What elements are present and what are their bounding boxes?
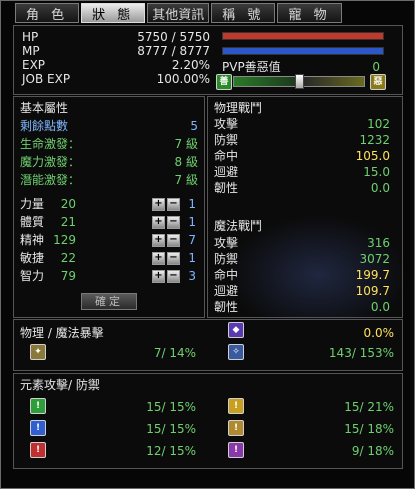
magic-label: 魔力激發：	[20, 155, 81, 169]
exp-label: EXP	[22, 58, 46, 72]
jobexp-value: 100.00%	[156, 72, 210, 86]
hp-value: 5750 / 5750	[137, 30, 210, 44]
stat-increase-button[interactable]: +	[152, 252, 165, 265]
stat-added: 1	[188, 251, 196, 265]
pvp-slider-knob[interactable]	[295, 74, 304, 89]
crit-left-values: 7/ 14%	[153, 346, 196, 360]
physical-attack-label: 攻擊	[214, 117, 239, 131]
element-right-1: 15/ 18%	[344, 422, 394, 436]
remaining-points-value: 5	[190, 119, 198, 133]
magic-hit-label: 命中	[214, 268, 239, 282]
stat-value: 20	[60, 197, 76, 211]
mp-value: 8777 / 8777	[137, 44, 210, 58]
tab-character[interactable]: 角 色	[15, 3, 80, 23]
stat-value: 79	[60, 269, 76, 283]
stat-decrease-button[interactable]: −	[167, 198, 180, 211]
element-right-0: 15/ 21%	[344, 400, 394, 414]
pvp-slider[interactable]	[233, 74, 365, 89]
jobexp-label: JOB EXP	[22, 72, 71, 86]
stat-decrease-button[interactable]: −	[167, 216, 180, 229]
magic-defense-value: 3072	[359, 252, 390, 266]
stat-decrease-button[interactable]: −	[167, 234, 180, 247]
life-value: 7 級	[174, 137, 198, 151]
stat-decrease-button[interactable]: −	[167, 270, 180, 283]
pvp-value: 0	[372, 60, 380, 74]
basic-title: 基本屬性	[20, 101, 69, 115]
earth-element-icon: !	[228, 420, 244, 436]
stat-value: 22	[60, 251, 76, 265]
stat-increase-button[interactable]: +	[152, 234, 165, 247]
stat-added: 1	[188, 197, 196, 211]
magic-toughness-label: 韌性	[214, 300, 239, 314]
tab-status[interactable]: 狀 態	[81, 3, 146, 23]
stat-added: 1	[188, 215, 196, 229]
physical-hit-label: 命中	[214, 149, 239, 163]
element-right-2: 9/ 18%	[351, 444, 394, 458]
physical-title: 物理戰鬥	[214, 101, 263, 115]
status-window: 角 色 狀 態 其他資訊 稱 號 寵 物 HP 5750 / 5750 MP 8…	[0, 0, 415, 489]
physical-attack-value: 102	[367, 117, 390, 131]
water-element-icon: !	[30, 420, 46, 436]
physical-evade-label: 迴避	[214, 165, 239, 179]
crit-title: 物理 / 魔法暴擊	[20, 326, 104, 340]
magic-defense-label: 防禦	[214, 252, 239, 266]
stat-increase-button[interactable]: +	[152, 270, 165, 283]
element-left-1: 15/ 15%	[146, 422, 196, 436]
light-element-icon: !	[228, 398, 244, 414]
wind-element-icon: !	[30, 398, 46, 414]
potential-value: 7 級	[174, 173, 198, 187]
magic-crit-icon: ◆	[228, 322, 244, 338]
basic-attributes-panel: 基本屬性 剩餘點數 5 生命激發： 7 級 魔力激發： 8 級 潛能激發： 7 …	[13, 96, 205, 318]
stat-added: 7	[188, 233, 196, 247]
stat-increase-button[interactable]: +	[152, 198, 165, 211]
pvp-label: PVP善惡值	[222, 60, 281, 74]
physical-hit-value: 105.0	[355, 149, 390, 163]
element-left-2: 12/ 15%	[146, 444, 196, 458]
magic-evade-label: 迴避	[214, 284, 239, 298]
stat-value: 129	[53, 233, 76, 247]
element-left-0: 15/ 15%	[146, 400, 196, 414]
physical-toughness-value: 0.0	[370, 181, 390, 195]
exp-value: 2.20%	[171, 58, 210, 72]
evil-icon: 惡	[370, 74, 386, 90]
tab-pet[interactable]: 寵 物	[277, 3, 342, 23]
mp-bar	[222, 47, 384, 55]
physical-defense-label: 防禦	[214, 133, 239, 147]
magic-evade-value: 109.7	[355, 284, 390, 298]
confirm-button[interactable]: 確定	[81, 293, 137, 310]
stat-increase-button[interactable]: +	[152, 216, 165, 229]
elements-panel: 元素攻擊/ 防禦 ! 15/ 15% ! 15/ 15% ! 12/ 15% !…	[13, 373, 403, 469]
tab-bar: 角 色 狀 態 其他資訊 稱 號 寵 物	[15, 3, 342, 23]
magic-attack-label: 攻擊	[214, 236, 239, 250]
crit-right-values: 143/ 153%	[328, 346, 394, 360]
physical-defense-value: 1232	[359, 133, 390, 147]
potential-label: 潛能激發：	[20, 173, 81, 187]
elements-title: 元素攻擊/ 防禦	[20, 378, 100, 392]
stat-value: 21	[60, 215, 76, 229]
remaining-points-label: 剩餘點數	[20, 119, 69, 133]
magic-crit-burst-icon: ✧	[228, 344, 244, 360]
mp-label: MP	[22, 44, 40, 58]
crit-panel: 物理 / 魔法暴擊 ◆ 0.0% ✦ 7/ 14% ✧ 143/ 153%	[13, 319, 403, 371]
magic-title: 魔法戰鬥	[214, 219, 263, 233]
hp-bar	[222, 32, 384, 40]
physical-crit-icon: ✦	[30, 344, 46, 360]
magic-hit-value: 199.7	[355, 268, 390, 282]
physical-combat-panel: 物理戰鬥 攻擊 102 防禦 1232 命中 105.0 迴避 15.0 韌性 …	[207, 96, 408, 335]
tab-other-info[interactable]: 其他資訊	[147, 3, 210, 23]
dark-element-icon: !	[228, 442, 244, 458]
fire-element-icon: !	[30, 442, 46, 458]
crit-right-top: 0.0%	[363, 326, 395, 340]
stat-added: 3	[188, 269, 196, 283]
magic-value: 8 級	[174, 155, 198, 169]
physical-toughness-label: 韌性	[214, 181, 239, 195]
life-label: 生命激發：	[20, 137, 81, 151]
physical-evade-value: 15.0	[363, 165, 390, 179]
magic-toughness-value: 0.0	[370, 300, 390, 314]
tab-title[interactable]: 稱 號	[211, 3, 276, 23]
good-icon: 善	[216, 74, 232, 90]
stat-decrease-button[interactable]: −	[167, 252, 180, 265]
magic-attack-value: 316	[367, 236, 390, 250]
hp-label: HP	[22, 30, 39, 44]
